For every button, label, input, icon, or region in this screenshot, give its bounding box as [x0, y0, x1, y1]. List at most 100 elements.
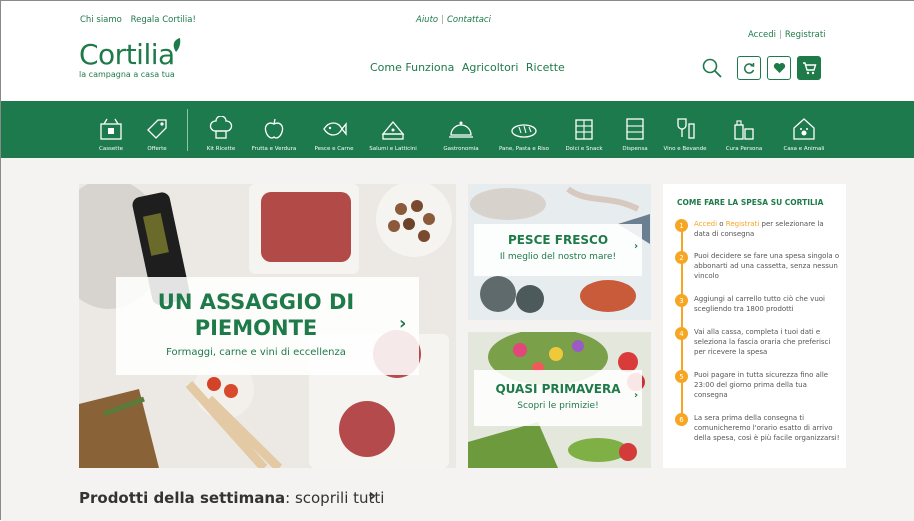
- category-frutta-verdura[interactable]: Frutta e Verdura: [246, 101, 302, 158]
- category-pane-pasta-riso[interactable]: Pane, Pasta e Riso: [493, 101, 555, 158]
- how-to-title: COME FARE LA SPESA SU CORTILIA: [677, 198, 824, 207]
- step-text: Accedi o Registrati per selezionare la d…: [694, 219, 840, 239]
- page-frame: Chi siamo Regala Cortilia! Aiuto | Contatt…: [0, 0, 914, 521]
- category-offerte[interactable]: Offerte: [138, 101, 176, 158]
- category-label: Cassette: [98, 146, 124, 152]
- gift-link[interactable]: Regala Cortilia!: [131, 15, 196, 25]
- category-label: Vino e Bevande: [663, 146, 707, 152]
- pet-house-icon: [793, 118, 815, 140]
- step-4: 4 Vai alla cassa, completa i tuoi dati e…: [675, 327, 840, 357]
- main-nav: Come Funziona Agricoltori Ricette: [370, 61, 569, 74]
- step-number: 3: [675, 294, 688, 307]
- category-label: Dolci e Snack: [565, 146, 603, 152]
- favorites-button[interactable]: [767, 56, 791, 80]
- hero-subtitle: Formaggi, carne e vini di eccellenza: [166, 347, 346, 358]
- login-inline-link[interactable]: Accedi: [694, 220, 717, 228]
- top-links-left: Chi siamo Regala Cortilia!: [80, 15, 202, 25]
- step-2: 2 Puoi decidere se fare una spesa singol…: [675, 251, 840, 281]
- step-number: 6: [675, 413, 688, 426]
- hero-title: UN ASSAGGIO DI PIEMONTE: [116, 289, 396, 341]
- step-5: 5 Puoi pagare in tutta sicurezza fino al…: [675, 370, 840, 400]
- category-label: Cura Persona: [725, 146, 763, 152]
- chocolate-icon: [575, 119, 593, 140]
- category-casa-animali[interactable]: Casa e Animali: [775, 101, 833, 158]
- help-links: Aiuto | Contattaci: [416, 15, 491, 25]
- cloche-icon: [449, 121, 473, 138]
- category-kit-ricette[interactable]: Kit Ricette: [201, 101, 241, 158]
- products-section-title[interactable]: Prodotti della settimana: scoprili tutti: [79, 489, 384, 507]
- step-3: 3 Aggiungi al carrello tutto ciò che vuo…: [675, 294, 840, 314]
- chevron-right-icon[interactable]: ›: [369, 486, 376, 506]
- chevron-right-icon: ›: [634, 390, 639, 401]
- promo-tile-fish[interactable]: PESCE FRESCO Il meglio del nostro mare! …: [468, 184, 651, 320]
- leaf-icon: [173, 38, 181, 52]
- category-label: Dispensa: [622, 146, 648, 152]
- register-inline-link[interactable]: Registrati: [726, 220, 760, 228]
- divider: [187, 109, 188, 151]
- header-actions: [701, 56, 827, 80]
- nav-recipes[interactable]: Ricette: [526, 61, 565, 74]
- step-text: Puoi pagare in tutta sicurezza fino alle…: [694, 371, 829, 399]
- category-dispensa[interactable]: Dispensa: [613, 101, 657, 158]
- chevron-right-icon: ›: [634, 241, 639, 252]
- logo-tagline: la campagna a casa tua: [79, 70, 175, 79]
- spring-tile-subtitle: Scopri le primizie!: [517, 401, 599, 411]
- refresh-icon: [744, 63, 755, 74]
- separator: |: [441, 15, 444, 25]
- category-pesce-carne[interactable]: Pesce e Carne: [311, 101, 357, 158]
- category-vino-bevande[interactable]: Vino e Bevande: [661, 101, 709, 158]
- step-6: 6 La sera prima della consegna ti comuni…: [675, 413, 840, 443]
- category-label: Casa e Animali: [783, 146, 825, 152]
- cheese-icon: [381, 120, 405, 140]
- chevron-right-icon: ›: [399, 313, 407, 334]
- step-text: Aggiungi al carrello tutto ciò che vuoi …: [694, 295, 825, 313]
- crate-icon: [100, 118, 122, 140]
- fish-tile-card: PESCE FRESCO Il meglio del nostro mare! …: [474, 224, 642, 276]
- subscription-button[interactable]: [737, 56, 761, 80]
- bottle-icon: [734, 120, 754, 140]
- apple-icon: [264, 118, 284, 139]
- step-number: 4: [675, 327, 688, 340]
- category-cassette[interactable]: Cassette: [92, 101, 130, 158]
- separator: |: [779, 30, 782, 40]
- account-links: Accedi | Registrati: [748, 30, 826, 40]
- products-title-bold: Prodotti della settimana: [79, 489, 286, 507]
- step-text-part: o: [717, 220, 726, 228]
- step-number: 2: [675, 251, 688, 264]
- cart-button[interactable]: [797, 56, 821, 80]
- category-gastronomia[interactable]: Gastronomia: [435, 101, 487, 158]
- login-link[interactable]: Accedi: [748, 30, 776, 40]
- step-text: Puoi decidere se fare una spesa singola …: [694, 252, 840, 280]
- category-label: Pesce e Carne: [314, 146, 354, 152]
- hero-card[interactable]: UN ASSAGGIO DI PIEMONTE Formaggi, carne …: [116, 277, 419, 375]
- nav-how-it-works[interactable]: Come Funziona: [370, 61, 454, 74]
- step-1: 1 Accedi o Registrati per selezionare la…: [675, 219, 840, 239]
- step-number: 5: [675, 370, 688, 383]
- category-cura-persona[interactable]: Cura Persona: [721, 101, 767, 158]
- price-tag-icon: [147, 119, 167, 139]
- promo-tile-spring[interactable]: QUASI PRIMAVERA Scopri le primizie! ›: [468, 332, 651, 468]
- step-text: La sera prima della consegna ti comunich…: [694, 414, 840, 442]
- hero-title-line2: PIEMONTE: [194, 316, 318, 340]
- step-number: 1: [675, 219, 688, 232]
- logo[interactable]: Cortilia la campagna a casa tua: [79, 38, 181, 79]
- wine-icon: [677, 118, 695, 139]
- category-dolci-snack[interactable]: Dolci e Snack: [561, 101, 607, 158]
- pantry-icon: [626, 118, 644, 140]
- chef-hat-icon: [209, 116, 233, 139]
- category-label: Frutta e Verdura: [251, 146, 297, 152]
- cart-icon: [802, 62, 816, 75]
- category-salumi-latticini[interactable]: Salumi e Latticini: [365, 101, 421, 158]
- how-to-panel: COME FARE LA SPESA SU CORTILIA 1 Accedi …: [663, 184, 846, 468]
- search-icon[interactable]: [701, 57, 723, 79]
- category-bar: Cassette Offerte Kit Ricette Frutta e Ve…: [1, 101, 914, 158]
- about-link[interactable]: Chi siamo: [80, 15, 122, 25]
- contact-link[interactable]: Contattaci: [447, 15, 491, 25]
- bread-icon: [511, 124, 537, 138]
- category-label: Offerte: [147, 146, 167, 152]
- category-label: Salumi e Latticini: [369, 146, 417, 152]
- help-link[interactable]: Aiuto: [416, 15, 438, 25]
- category-label: Kit Ricette: [206, 146, 236, 152]
- nav-farmers[interactable]: Agricoltori: [462, 61, 519, 74]
- register-link[interactable]: Registrati: [785, 30, 826, 40]
